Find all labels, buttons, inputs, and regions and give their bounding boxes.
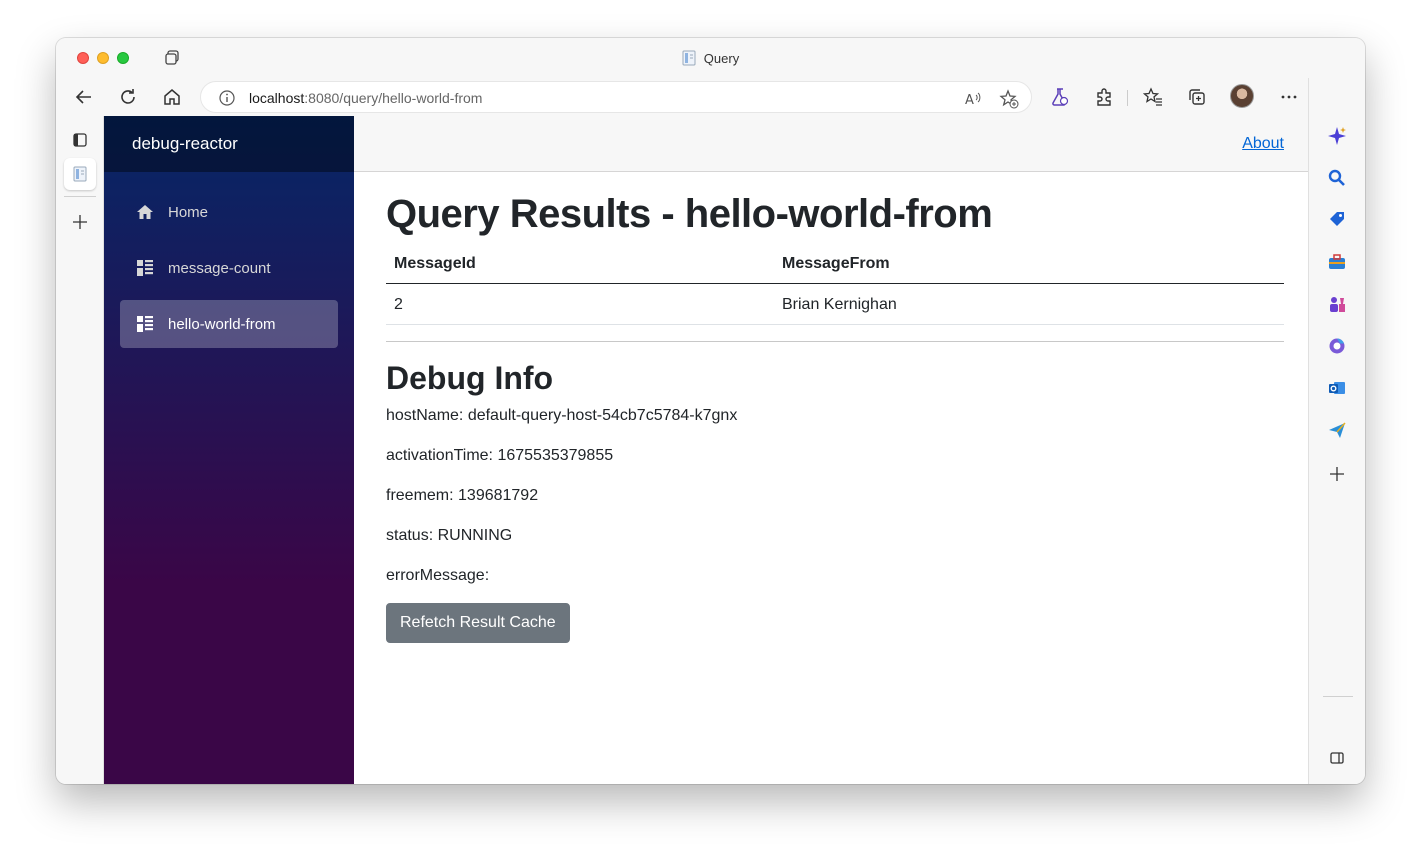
about-link[interactable]: About (1242, 135, 1284, 153)
page-doc-icon (682, 50, 696, 66)
add-sidebar-app-icon[interactable] (1327, 464, 1347, 484)
home-icon (136, 203, 154, 221)
app-sidebar: debug-reactor Home message-count hello-w… (104, 116, 354, 784)
content: Query Results - hello-world-from Message… (354, 172, 1308, 643)
games-icon[interactable] (1327, 294, 1347, 314)
browser-toolbar: localhost:8080/query/hello-world-from A (56, 78, 1365, 116)
page-title: Query Results - hello-world-from (386, 192, 993, 236)
refresh-icon (121, 89, 135, 104)
tab-query[interactable] (64, 158, 96, 190)
favorites-icon (1143, 87, 1162, 106)
main-area: About Query Results - hello-world-from M… (354, 116, 1308, 784)
add-favorite-icon[interactable] (999, 89, 1019, 109)
collections-button[interactable] (1185, 85, 1209, 109)
extensions-button[interactable] (1092, 85, 1116, 109)
home-button[interactable] (160, 85, 184, 109)
browser-essentials-button[interactable] (1048, 85, 1072, 109)
vtabs-separator (64, 196, 96, 197)
microsoft-365-icon[interactable] (1327, 336, 1347, 356)
table-cell: 2 (386, 283, 774, 325)
results-table: MessageId MessageFrom 2 Brian Kernighan (386, 255, 1284, 325)
refresh-button[interactable] (116, 85, 140, 109)
page-viewport: debug-reactor Home message-count hello-w… (104, 116, 1308, 784)
edge-sidebar (1308, 78, 1365, 784)
nav-item-hello-world-from[interactable]: hello-world-from (120, 300, 338, 348)
plus-icon (73, 215, 87, 229)
flask-icon (1052, 88, 1069, 106)
browser-window: Query localhost:8080/query/hello-world-f… (56, 38, 1365, 784)
host-name-text: hostName: default-query-host-54cb7c5784-… (386, 407, 738, 424)
nav-item-message-count[interactable]: message-count (120, 244, 338, 292)
more-icon (1281, 95, 1297, 99)
tools-briefcase-icon[interactable] (1327, 252, 1347, 272)
nav-item-label: Home (168, 203, 209, 221)
top-row: About (354, 116, 1308, 172)
dashboard-icon (136, 315, 154, 333)
tab-actions-menu-icon[interactable] (64, 124, 96, 156)
table-header-row: MessageId MessageFrom (386, 255, 1284, 284)
error-message-text: errorMessage: (386, 567, 490, 584)
nav-item-label: message-count (168, 259, 271, 277)
app-brand[interactable]: debug-reactor (132, 134, 238, 154)
column-header: MessageId (386, 255, 774, 284)
sidebar-separator (1323, 696, 1353, 697)
title-bar: Query (56, 38, 1365, 78)
nav-menu: Home message-count hello-world-from (104, 172, 354, 348)
collections-icon (1189, 89, 1205, 105)
table-row: 2 Brian Kernighan (386, 283, 1284, 325)
url-path: :8080/query/hello-world-from (304, 90, 483, 106)
favorites-button[interactable] (1141, 85, 1165, 109)
read-aloud-icon[interactable]: A (963, 89, 983, 109)
back-button[interactable] (72, 85, 96, 109)
profile-avatar[interactable] (1230, 84, 1254, 108)
back-arrow-icon (75, 90, 91, 104)
url-text[interactable]: localhost:8080/query/hello-world-from (249, 90, 482, 106)
url-host: localhost (249, 90, 305, 106)
status-text: status: RUNNING (386, 527, 513, 544)
svg-text:A: A (965, 93, 974, 108)
freemem-text: freemem: 139681792 (386, 487, 539, 504)
outlook-icon[interactable] (1327, 378, 1347, 398)
refetch-result-cache-button[interactable]: Refetch Result Cache (386, 603, 570, 643)
more-menu-button[interactable] (1277, 85, 1301, 109)
site-info-icon[interactable] (219, 90, 235, 106)
copilot-icon[interactable] (1327, 126, 1347, 146)
search-icon[interactable] (1327, 168, 1347, 188)
vertical-tabs-strip (56, 116, 104, 784)
brand-bar: debug-reactor (104, 116, 354, 172)
new-tab-button[interactable] (64, 206, 96, 238)
dashboard-icon (136, 259, 154, 277)
nav-item-home[interactable]: Home (120, 188, 338, 236)
nav-item-label: hello-world-from (168, 315, 276, 333)
shopping-tag-icon[interactable] (1327, 209, 1347, 229)
hide-sidebar-icon[interactable] (1327, 748, 1347, 768)
send-drop-icon[interactable] (1327, 420, 1347, 440)
debug-info-title: Debug Info (386, 360, 554, 396)
window-title-text: Query (703, 50, 740, 66)
activation-time-text: activationTime: 1675535379855 (386, 447, 614, 464)
home-outline-icon (164, 89, 180, 105)
toolbar-separator (1127, 90, 1128, 106)
section-divider (386, 341, 1284, 342)
address-bar[interactable]: localhost:8080/query/hello-world-from A (200, 81, 1032, 113)
puzzle-icon (1097, 88, 1111, 106)
window-title: Query (56, 50, 1365, 66)
page-tab-icon (73, 166, 87, 182)
table-cell: Brian Kernighan (774, 283, 1284, 325)
column-header: MessageFrom (774, 255, 1284, 284)
